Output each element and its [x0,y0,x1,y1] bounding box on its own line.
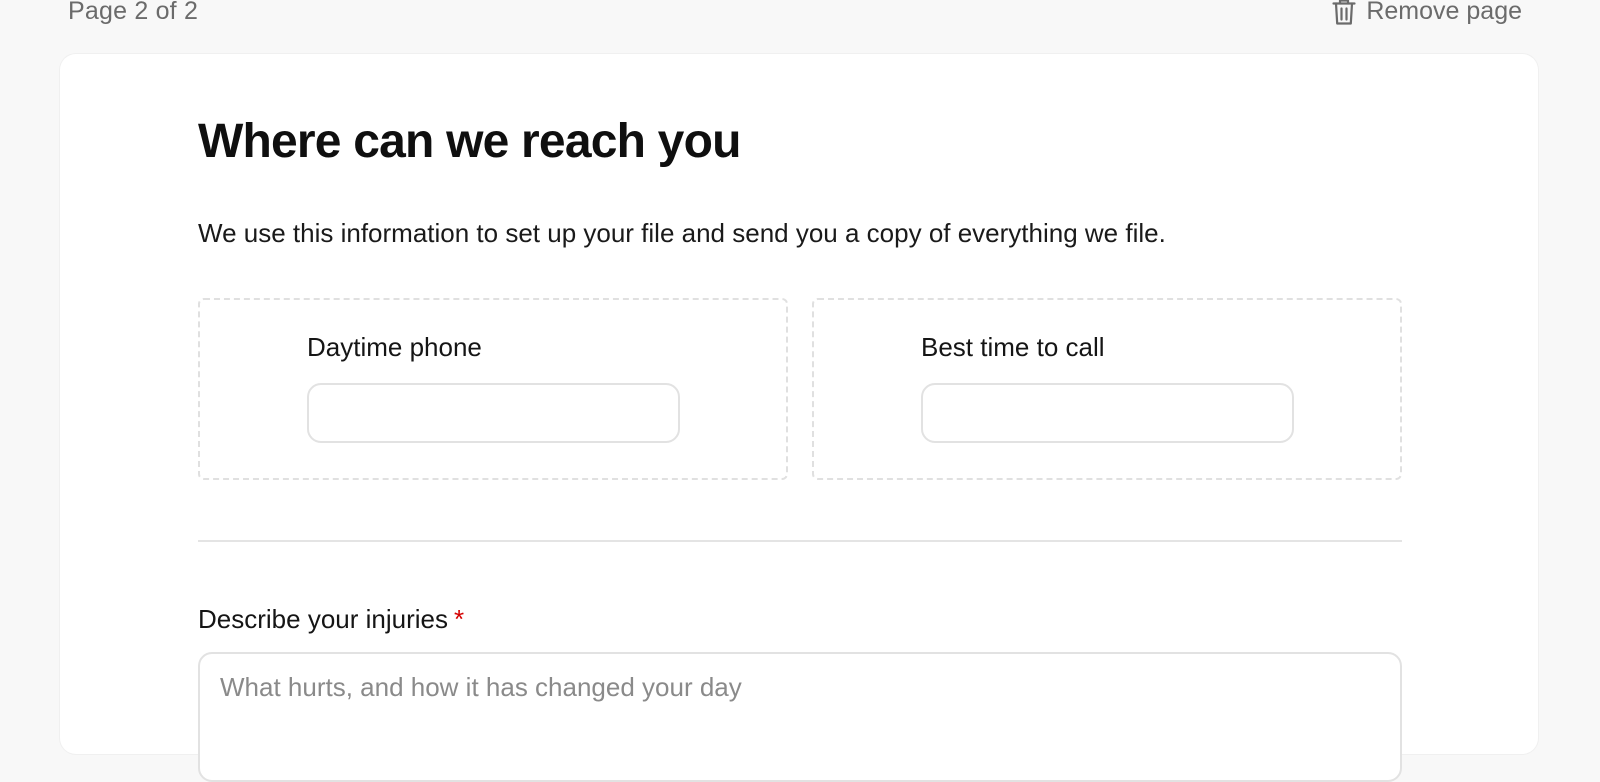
best-time-input[interactable] [921,383,1294,443]
daytime-phone-label: Daytime phone [307,332,482,362]
injuries-label: Describe your injuries [198,604,448,634]
page-indicator: Page 2 of 2 [68,0,199,25]
remove-page-button[interactable]: Remove page [1332,0,1522,26]
daytime-phone-input[interactable] [307,383,680,443]
remove-page-label: Remove page [1366,0,1522,25]
trash-icon [1332,0,1356,26]
section-divider [198,540,1402,542]
injuries-textarea[interactable] [198,652,1402,782]
contact-fields-row: Daytime phone Best time to call [198,298,1402,480]
page-header: Page 2 of 2 Remove page [0,0,1600,40]
injuries-label-row: Describe your injuries * [198,604,464,635]
page-title: Where can we reach you [198,115,741,168]
best-time-label: Best time to call [921,332,1105,362]
page-subtitle: We use this information to set up your f… [198,218,1166,248]
form-card: Where can we reach you We use this infor… [60,54,1538,782]
required-marker: * [453,604,465,634]
daytime-phone-field-box: Daytime phone [198,298,788,480]
best-time-field-box: Best time to call [812,298,1402,480]
